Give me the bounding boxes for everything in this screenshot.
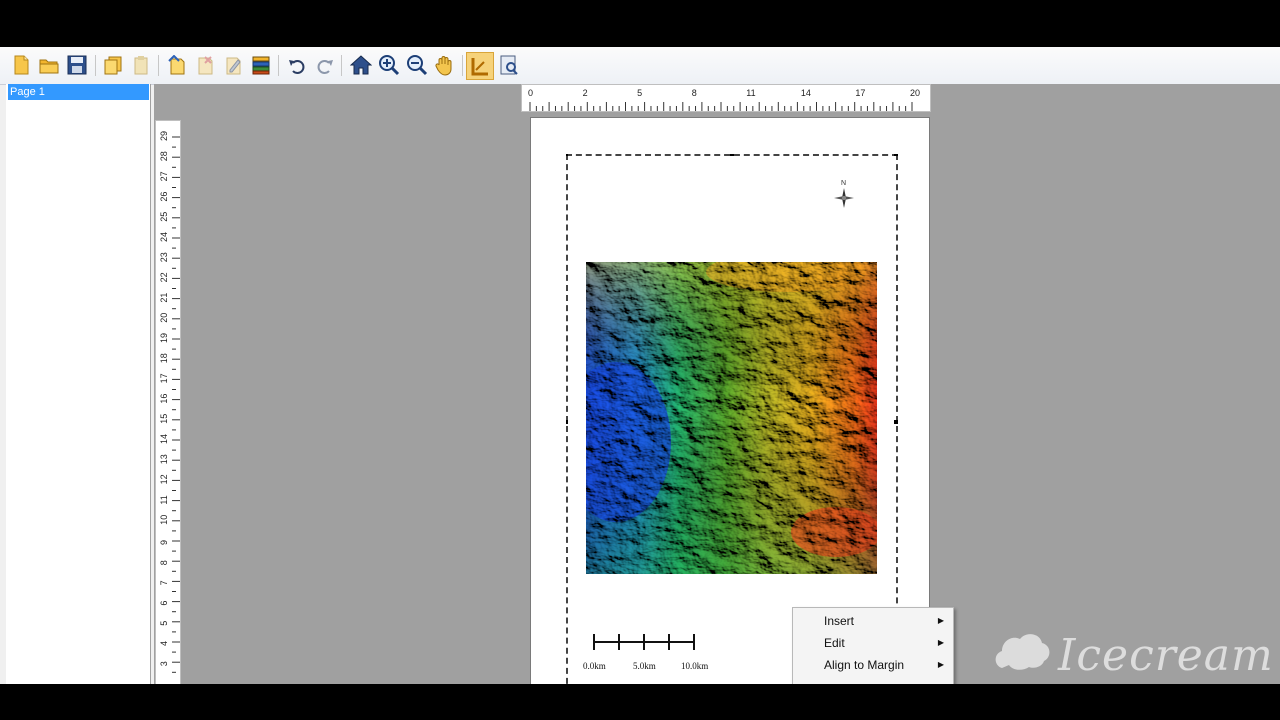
insert-element-icon[interactable]	[165, 53, 189, 77]
ruler-label: 16	[159, 394, 169, 404]
scale-label-5: 5.0km	[633, 661, 656, 671]
context-menu-edit[interactable]: Edit ▶	[793, 632, 953, 654]
undo-icon[interactable]	[285, 53, 309, 77]
watermark-text: Icecream	[1058, 630, 1274, 681]
delete-element-icon[interactable]	[193, 53, 217, 77]
scale-label-0: 0.0km	[583, 661, 606, 671]
ruler-label: 5	[637, 88, 642, 98]
zoom-in-icon[interactable]	[377, 53, 401, 77]
select-tool-icon[interactable]	[466, 52, 494, 80]
ruler-label: 24	[159, 232, 169, 242]
ruler-label: 11	[746, 88, 755, 98]
ruler-label: 4	[159, 641, 169, 646]
horizontal-ruler-ticks: 0 2 5 8 11 14 17 20	[528, 88, 920, 111]
scale-label-10: 10.0km	[681, 661, 709, 671]
ruler-label: 8	[692, 88, 697, 98]
context-menu-insert-label: Insert	[824, 614, 855, 628]
dem-map-image[interactable]	[586, 262, 877, 574]
ruler-label: 17	[159, 373, 169, 383]
submenu-arrow-icon: ▶	[937, 638, 944, 647]
context-menu-align-label: Align to Margin	[824, 658, 905, 672]
submenu-arrow-icon: ▶	[937, 660, 944, 669]
compass-icon	[834, 188, 854, 208]
ruler-label: 14	[159, 434, 169, 444]
context-menu-align-to-margin[interactable]: Align to Margin ▶	[793, 654, 953, 676]
context-menu-insert[interactable]: Insert ▶	[793, 610, 953, 632]
horizontal-ruler: 0 2 5 8 11 14 17 20	[521, 84, 931, 112]
ruler-label: 13	[159, 454, 169, 464]
layers-icon[interactable]	[249, 53, 273, 77]
ruler-label: 27	[159, 171, 169, 181]
layout-canvas[interactable]: 0 2 5 8 11 14 17 20 29 28 27 26 25 24 23 22 21 20 19 18 17 1…	[154, 84, 1280, 684]
ruler-label: 20	[910, 88, 920, 98]
save-icon[interactable]	[65, 53, 89, 77]
home-extent-icon[interactable]	[349, 53, 373, 77]
ruler-label: 19	[159, 333, 169, 343]
ruler-label: 18	[159, 353, 169, 363]
ruler-label: 26	[159, 192, 169, 202]
open-folder-icon[interactable]	[37, 53, 61, 77]
ruler-label: 11	[159, 495, 169, 504]
ruler-label: 28	[159, 151, 169, 161]
scale-bar[interactable]: 0.0km 5.0km 10.0km	[581, 630, 721, 674]
ruler-label: 10	[159, 515, 169, 525]
context-menu: Insert ▶ Edit ▶ Align to Margin ▶	[792, 607, 954, 689]
ruler-label: 6	[159, 601, 169, 606]
edit-element-icon[interactable]	[221, 53, 245, 77]
scale-bar-graphic	[593, 634, 695, 650]
ruler-label: 23	[159, 252, 169, 262]
ruler-label: 15	[159, 414, 169, 424]
toolbar	[0, 47, 1280, 85]
context-menu-edit-label: Edit	[824, 636, 845, 650]
ruler-label: 9	[159, 540, 169, 545]
page-list-panel: Page 1	[6, 84, 151, 684]
ruler-label: 17	[855, 88, 865, 98]
pan-hand-icon[interactable]	[433, 53, 457, 77]
page-setup-icon[interactable]	[497, 53, 521, 77]
ruler-label: 7	[159, 580, 169, 585]
print-page[interactable]: N 0.0km 5.0km 10.0km	[530, 117, 930, 684]
ruler-label: 5	[159, 621, 169, 626]
ruler-label: 22	[159, 272, 169, 282]
recorder-watermark: Icecream	[992, 622, 1276, 690]
copy-icon[interactable]	[101, 53, 125, 77]
ruler-label: 8	[159, 560, 169, 565]
submenu-arrow-icon: ▶	[937, 616, 944, 625]
ruler-label: 14	[801, 88, 811, 98]
ice-cream-logo-icon	[995, 634, 1050, 670]
ruler-label: 21	[159, 293, 169, 303]
layout-window: Page 1 0 2 5 8 11 14 17 20 29 28 27 26 25 24 23 22 21 20…	[0, 47, 1280, 684]
page-list-item[interactable]: Page 1	[8, 84, 149, 100]
north-arrow[interactable]: N	[829, 180, 859, 216]
ruler-label: 29	[159, 131, 169, 141]
redo-icon[interactable]	[313, 53, 337, 77]
ruler-label: 0	[528, 88, 533, 98]
ruler-label: 2	[583, 88, 588, 98]
zoom-out-icon[interactable]	[405, 53, 429, 77]
ruler-label: 3	[159, 661, 169, 666]
new-layout-icon[interactable]	[9, 53, 33, 77]
paste-icon[interactable]	[129, 53, 153, 77]
ruler-label: 25	[159, 212, 169, 222]
vertical-ruler-ticks: 29 28 27 26 25 24 23 22 21 20 19 18 17 16 15 14 13 12 11 10…	[159, 131, 180, 673]
ruler-label: 12	[159, 474, 169, 484]
vertical-ruler: 29 28 27 26 25 24 23 22 21 20 19 18 17 16 15 14 13 12 11 10…	[155, 120, 181, 684]
ruler-label: 20	[159, 313, 169, 323]
